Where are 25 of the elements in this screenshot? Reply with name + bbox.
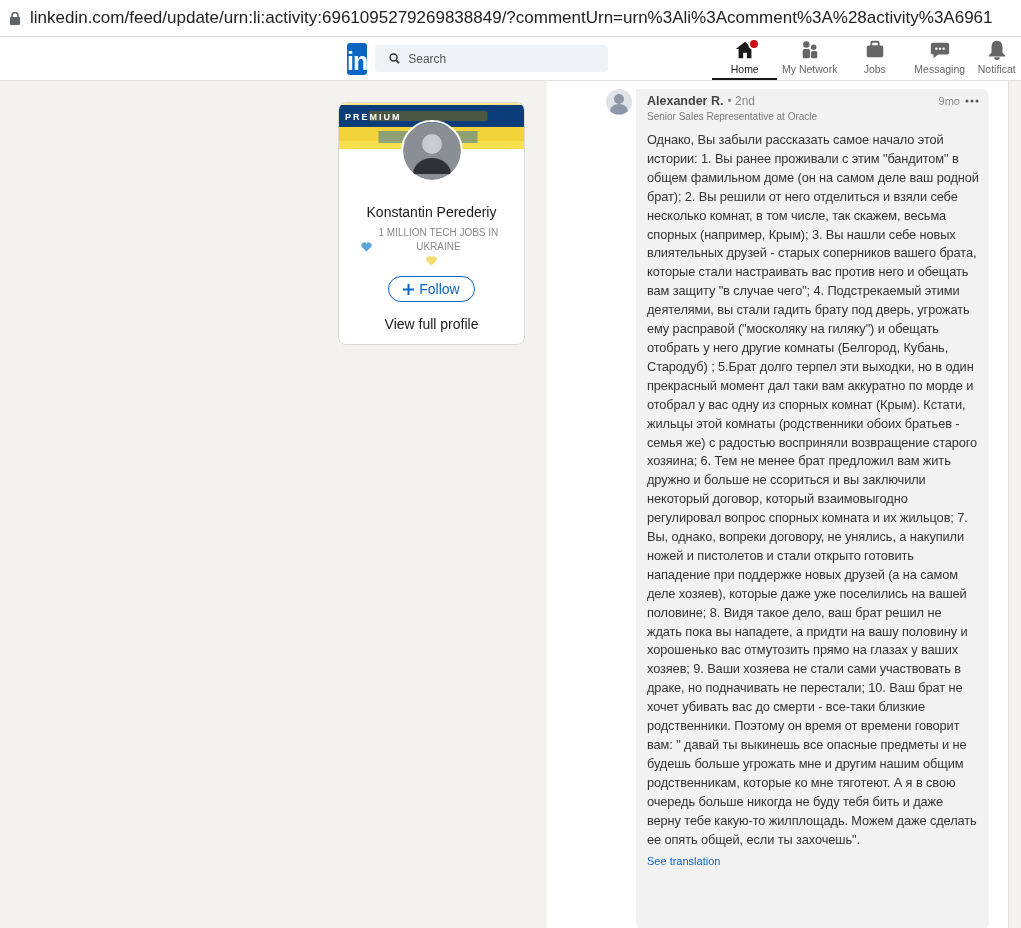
comment-text: Однако, Вы забыли рассказать самое начало этой истории: 1. Вы ранее проживали с этим "бандитом" в общем фамильном доме (он на самом деле ваш родной брат); 2. Вы решили от него отделиться и взяли себе несколько комнат, в том числе, так скажем, весьма спорных (например, Крым); 3. Вы нашли себе новых влиятельных друзей - старых соперников вашего брата, которые стали настраивать вас против него и обещать вам защиту "в случае чего"; 4. Подстрекаемый этими деятелями, вы стали гадить брату под дверь, угрожать ему расправой ("москоляку на гиляку") и обещать отобрать у него другие комнаты (Белгород, Кубань, Стародуб) ; 5.Брат долго терпел эти выходки, но в один прекрасный момент дал таки вам аккуратно по морде и отобрал у вас одну из спорных комнат (Крым). Кстати, жильцы этой комнаты (родственники обоих братьев - семья же) с радостью восприняли возвращение старого хозяина; 6. Тем не менее брат предложил вам жить дружно и больше не ссориться и вы заключили некоторый договор, который взаимовыгодно регулировал вопрос спорных комната и их жильцов; 7. Вы, однако, вопреки договору, не унялись, а накупили ножей и пистолетов и стали открыто готовить нападение при поддержке новых друзей (а на самом деле хозяев), которые даже уже поселились на вашей половине; 8. Видя такое дело, ваш брат решил не ждать пока вы нападете, а придти на вашу половину и хорошенько вас отмутозить прямо на глазах у ваших хозяев; 9. Ваши хозяева не стали сами участвовать в драке, но подначивать не перестали; 10. Ваш брат не хочет убивать вас до смерти - все-таки близкие родственники. Поэтому он время от времени говорит вам: " давай ты выкинешь все опасные предметы и не будешь больше угрожать мне и другим нашим общим родственникам, которые ко мне тяготеют. А я в свою очередь больше никогда не буду тебя бить и даже верну тебе какую-то жилплощадь. Можем даже сделать ее опять общей, если ты захочешь". bbox=[647, 131, 979, 849]
more-icon[interactable] bbox=[965, 99, 979, 103]
plus-icon bbox=[403, 283, 415, 295]
heart-icon bbox=[426, 256, 437, 266]
nav-item[interactable]: My Network bbox=[777, 37, 843, 80]
nav-item[interactable]: Messaging bbox=[907, 37, 973, 80]
comment-time: 9mo bbox=[938, 95, 960, 107]
nav-item[interactable]: Notificat bbox=[972, 37, 1021, 80]
nav-item[interactable]: Jobs bbox=[842, 37, 908, 80]
avatar bbox=[400, 120, 463, 182]
see-translation-link[interactable]: See translation bbox=[647, 855, 721, 868]
logo[interactable]: in bbox=[347, 43, 368, 75]
author-title: Senior Sales Representative at Oracle bbox=[647, 111, 819, 122]
view-profile-link[interactable]: View full profile bbox=[384, 316, 479, 332]
author-name[interactable]: Alexander R. bbox=[647, 94, 724, 108]
search-field[interactable]: Search bbox=[375, 45, 609, 72]
search-icon bbox=[389, 53, 401, 64]
connection-degree: • 2nd bbox=[727, 94, 755, 108]
avatar[interactable] bbox=[606, 89, 632, 115]
premium-label: PREMIUM bbox=[345, 112, 402, 122]
heart-icon bbox=[360, 242, 372, 252]
profile-name[interactable]: Konstantin Perederiy bbox=[366, 204, 497, 220]
lock-icon bbox=[10, 11, 20, 25]
profile-headline: 1 MILLION TECH JOBS IN UKRAINE bbox=[377, 226, 500, 254]
follow-button[interactable]: Follow bbox=[388, 276, 475, 302]
